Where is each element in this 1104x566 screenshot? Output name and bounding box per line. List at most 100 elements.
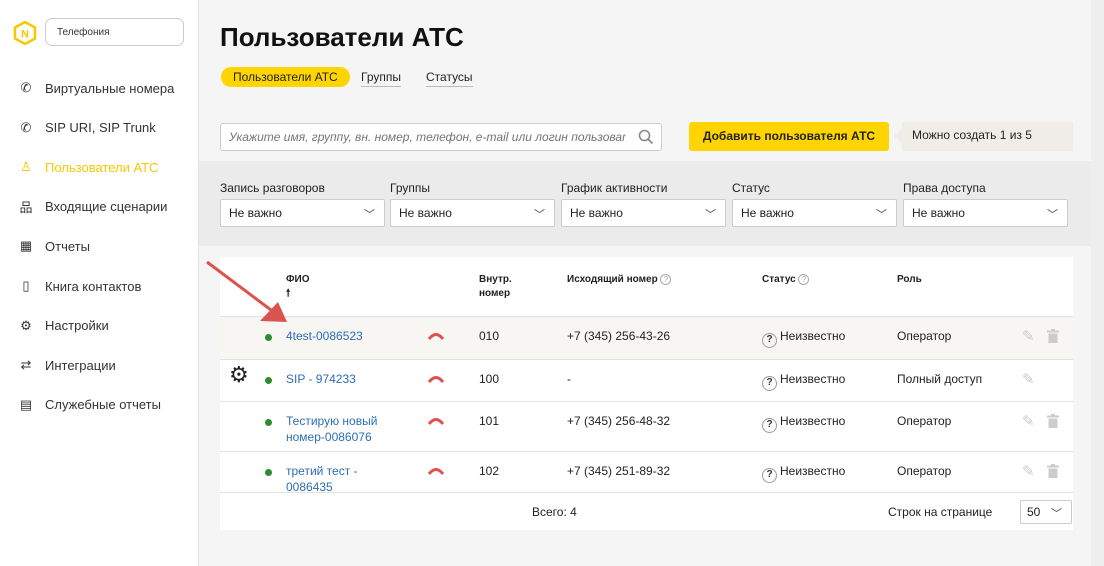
filter-schedule: График активности Не важно ﹀: [561, 181, 726, 227]
gear-icon: ⚙: [20, 317, 32, 333]
hierarchy-icon: 品: [19, 200, 33, 216]
filter-access: Права доступа Не важно ﹀: [903, 181, 1068, 227]
table-row: Тестирую новый номер-0086076 101 +7 (345) …: [220, 401, 1073, 451]
outgoing-number: -: [567, 372, 571, 386]
total-count: Всего: 4: [532, 505, 577, 519]
filter-select[interactable]: Не важно ﹀: [561, 199, 726, 227]
chevron-down-icon: ﹀: [1051, 508, 1062, 520]
edit-pencil-icon[interactable]: ✎: [1022, 370, 1035, 388]
sidebar-item-1[interactable]: ✆ SIP URI, SIP Trunk: [0, 116, 199, 140]
sidebar-item-3[interactable]: 品 Входящие сценарии: [0, 195, 199, 219]
role: Оператор: [897, 329, 952, 343]
unknown-status-icon: ?: [762, 418, 777, 433]
sort-asc-icon[interactable]: 🠕: [286, 288, 290, 299]
chevron-down-icon: ﹀: [876, 209, 887, 221]
sidebar-item-label: Пользователи АТС: [45, 159, 159, 175]
tab-pbx-users[interactable]: Пользователи АТС: [221, 67, 350, 87]
filter-select[interactable]: Не важно ﹀: [732, 199, 897, 227]
hangup-icon[interactable]: [428, 375, 444, 383]
user-name-link[interactable]: 4test-0086523: [286, 328, 396, 344]
trash-icon[interactable]: [1047, 329, 1059, 343]
sidebar-item-5[interactable]: ▯ Книга контактов: [0, 274, 199, 298]
role: Оператор: [897, 464, 952, 478]
per-page-value: 50: [1027, 505, 1041, 519]
user-icon: ♙: [20, 159, 32, 175]
header-ext: Внутр. номер: [479, 273, 512, 301]
trash-icon[interactable]: [1047, 464, 1059, 478]
user-name-link[interactable]: третий тест - 0086435: [286, 463, 396, 495]
ext-number: 102: [479, 464, 500, 478]
filter-select[interactable]: Не важно ﹀: [220, 199, 385, 227]
sidebar-item-7[interactable]: ⇄ Интеграции: [0, 353, 199, 377]
status-text: Неизвестно: [780, 329, 846, 343]
edit-pencil-icon[interactable]: ✎: [1022, 327, 1035, 345]
status-cell: ? Неизвестно: [762, 371, 845, 391]
per-page-select[interactable]: 50 ﹀: [1020, 500, 1072, 524]
help-icon[interactable]: ?: [660, 273, 672, 285]
filter-groups: Группы Не важно ﹀: [390, 181, 555, 227]
table-row: 4test-0086523 010 +7 (345) 256-43-26? Неизв…: [220, 316, 1073, 359]
sidebar-item-6[interactable]: ⚙ Настройки: [0, 314, 199, 338]
user-name-link[interactable]: SIP - 974233: [286, 371, 396, 387]
sidebar-item-label: SIP URI, SIP Trunk: [45, 120, 156, 136]
chevron-down-icon: ﹀: [705, 209, 716, 221]
chevron-down-icon: ﹀: [534, 209, 545, 221]
table-footer: Всего: 4 Строк на странице 50 ﹀: [220, 492, 1073, 530]
sidebar-item-2[interactable]: ♙ Пользователи АТС: [0, 155, 199, 179]
ext-number: 010: [479, 329, 500, 343]
tab-statuses[interactable]: Статусы: [426, 67, 473, 87]
unknown-status-icon: ?: [762, 333, 777, 348]
hangup-icon[interactable]: [428, 467, 444, 475]
online-status-dot: [265, 377, 272, 384]
filter-value: Не важно: [912, 206, 965, 220]
sidebar-item-label: Служебные отчеты: [45, 397, 161, 413]
status-text: Неизвестно: [780, 464, 846, 478]
filter-value: Не важно: [399, 206, 452, 220]
search-icon[interactable]: [638, 129, 654, 145]
filter-select[interactable]: Не важно ﹀: [903, 199, 1068, 227]
header-outgoing-label: Исходящий номер: [567, 274, 658, 285]
sidebar-item-label: Настройки: [45, 318, 109, 334]
help-icon[interactable]: ?: [798, 273, 810, 285]
chevron-down-icon: ﹀: [1047, 209, 1058, 221]
sidebar-item-4[interactable]: ▦ Отчеты: [0, 234, 199, 258]
header-ext-line2: номер: [479, 288, 511, 299]
outgoing-number: +7 (345) 256-43-26: [567, 329, 671, 343]
ext-number: 101: [479, 414, 500, 428]
phone-calls-icon: ✆: [20, 80, 32, 95]
trash-icon[interactable]: [1047, 414, 1059, 428]
sidebar-item-label: Книга контактов: [45, 278, 142, 294]
online-status-dot: [265, 419, 272, 426]
unknown-status-icon: ?: [762, 468, 777, 483]
search-input[interactable]: [221, 124, 626, 150]
svg-text:N: N: [21, 29, 29, 41]
hangup-icon[interactable]: [428, 332, 444, 340]
tab-groups[interactable]: Группы: [361, 67, 401, 87]
hangup-icon[interactable]: [428, 417, 444, 425]
document-icon: ▤: [19, 396, 33, 412]
outgoing-number: +7 (345) 251-89-32: [567, 464, 671, 478]
search-field: [220, 123, 662, 151]
outgoing-number: +7 (345) 256-48-32: [567, 414, 671, 428]
users-table: ФИО 🠕 Внутр. номер Исходящий номер ? Стату…: [220, 257, 1073, 530]
online-status-dot: [265, 469, 272, 476]
sidebar-item-8[interactable]: ▤ Служебные отчеты: [0, 393, 199, 417]
add-user-button[interactable]: Добавить пользователя АТС: [689, 122, 889, 151]
header-name[interactable]: ФИО 🠕: [286, 273, 310, 301]
filter-select[interactable]: Не важно ﹀: [390, 199, 555, 227]
edit-pencil-icon[interactable]: ✎: [1022, 412, 1035, 430]
user-name-link[interactable]: Тестирую новый номер-0086076: [286, 413, 396, 445]
header-ext-line1: Внутр.: [479, 274, 512, 285]
ext-number: 100: [479, 372, 500, 386]
filter-value: Не важно: [570, 206, 623, 220]
online-status-dot: [265, 334, 272, 341]
edit-pencil-icon[interactable]: ✎: [1022, 462, 1035, 480]
status-text: Неизвестно: [780, 414, 846, 428]
page-title: Пользователи АТС: [220, 22, 464, 52]
sidebar-item-label: Входящие сценарии: [45, 199, 168, 215]
product-selector[interactable]: Телефония: [45, 18, 184, 46]
scrollbar[interactable]: [1091, 0, 1104, 566]
sidebar-item-0[interactable]: ✆ Виртуальные номера: [0, 76, 199, 100]
unknown-status-icon: ?: [762, 376, 777, 391]
limit-hint: Можно создать 1 из 5: [894, 122, 1073, 151]
